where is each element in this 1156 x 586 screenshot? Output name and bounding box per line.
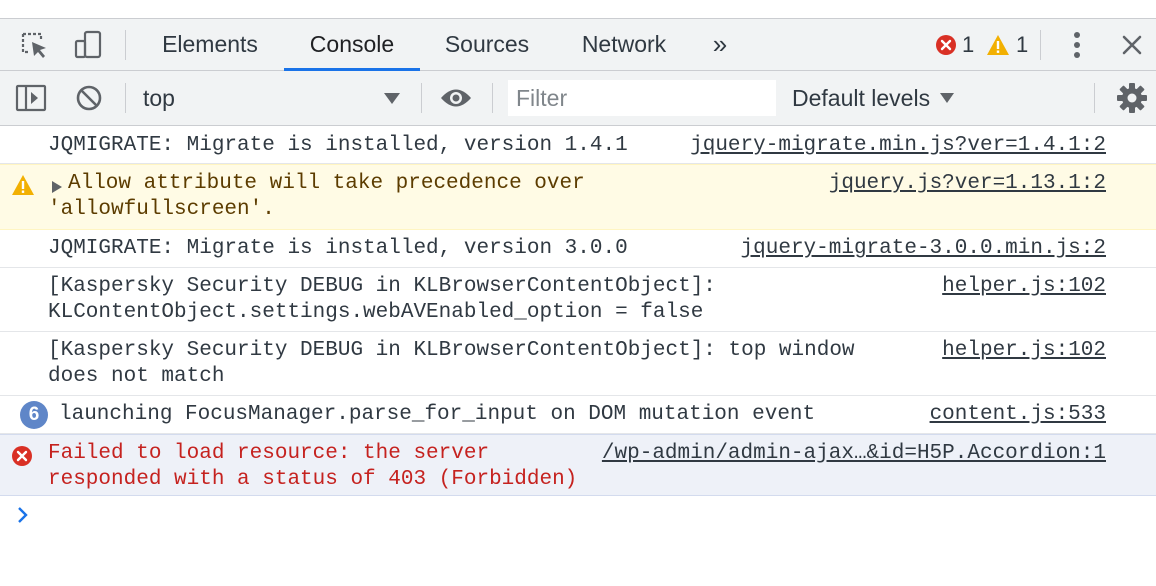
devtools-tabbar: Elements Console Sources Network » 1 1	[0, 19, 1156, 71]
message-text-continued: KLContentObject.settings.webAVEnabled_op…	[48, 301, 704, 324]
error-icon[interactable]	[934, 19, 958, 70]
error-count[interactable]: 1	[962, 19, 974, 70]
close-icon[interactable]	[1118, 19, 1146, 70]
console-toolbar: top Default levels	[0, 71, 1156, 126]
log-levels-dropdown[interactable]: Default levels	[792, 71, 955, 125]
kebab-menu-icon[interactable]	[1064, 19, 1090, 70]
window-top-strip	[0, 0, 1156, 19]
toolbar-separator	[125, 83, 126, 113]
message-source-link[interactable]: jquery.js?ver=1.13.1:2	[829, 171, 1106, 197]
message-source-link[interactable]: helper.js:102	[942, 338, 1106, 364]
warning-count[interactable]: 1	[1016, 19, 1028, 70]
console-messages: JQMIGRATE: Migrate is installed, version…	[0, 126, 1156, 496]
message-source-link[interactable]: content.js:533	[930, 402, 1106, 428]
context-selector[interactable]: top	[143, 71, 175, 125]
show-sidebar-icon[interactable]	[14, 71, 48, 125]
tab-network[interactable]: Network	[562, 19, 686, 70]
eye-icon[interactable]	[438, 71, 474, 125]
message-text-continued: responded with a status of 403 (Forbidde…	[48, 468, 578, 491]
device-toolbar-icon[interactable]	[68, 19, 108, 70]
message-text: JQMIGRATE: Migrate is installed, version…	[48, 237, 628, 260]
toolbar-separator	[1094, 83, 1095, 113]
warning-icon	[11, 174, 35, 205]
toolbar-separator	[1040, 30, 1041, 60]
toolbar-separator	[125, 30, 126, 60]
more-tabs-button[interactable]: »	[700, 19, 740, 70]
tab-console[interactable]: Console	[284, 19, 420, 70]
inspect-element-icon[interactable]	[14, 19, 54, 70]
message-text: [Kaspersky Security DEBUG in KLBrowserCo…	[48, 339, 855, 362]
message-text: launching FocusManager.parse_for_input o…	[59, 403, 816, 426]
message-text: JQMIGRATE: Migrate is installed, version…	[48, 134, 628, 157]
console-message: JQMIGRATE: Migrate is installed, version…	[0, 126, 1156, 164]
error-icon	[11, 445, 33, 476]
message-text-continued: 'allowfullscreen'.	[48, 198, 275, 221]
chevron-right-icon	[16, 507, 30, 529]
filter-input[interactable]	[508, 80, 776, 116]
tab-elements[interactable]: Elements	[146, 19, 274, 70]
repeat-count-badge: 6	[20, 401, 48, 429]
warning-icon[interactable]	[986, 19, 1010, 70]
chevron-down-icon[interactable]	[383, 71, 401, 125]
toolbar-separator	[492, 83, 493, 113]
message-source-link[interactable]: jquery-migrate.min.js?ver=1.4.1:2	[690, 133, 1106, 159]
chevron-down-icon	[939, 92, 955, 104]
message-text: [Kaspersky Security DEBUG in KLBrowserCo…	[48, 275, 716, 298]
console-prompt[interactable]	[16, 505, 30, 530]
message-source-link[interactable]: jquery-migrate-3.0.0.min.js:2	[741, 236, 1106, 262]
tab-sources[interactable]: Sources	[430, 19, 544, 70]
console-message-error: Failed to load resource: the server resp…	[0, 434, 1156, 496]
console-message: [Kaspersky Security DEBUG in KLBrowserCo…	[0, 332, 1156, 396]
message-source-link[interactable]: /wp-admin/admin-ajax…&id=H5P.Accordion:1	[602, 441, 1106, 467]
log-levels-label: Default levels	[792, 84, 931, 111]
gear-icon[interactable]	[1115, 71, 1149, 125]
message-text: Allow attribute will take precedence ove…	[68, 172, 585, 195]
console-message-repeated: 6 launching FocusManager.parse_for_input…	[0, 396, 1156, 434]
message-text-continued: does not match	[48, 365, 225, 388]
message-source-link[interactable]: helper.js:102	[942, 274, 1106, 300]
console-message: JQMIGRATE: Migrate is installed, version…	[0, 230, 1156, 268]
toolbar-separator	[421, 83, 422, 113]
console-message: [Kaspersky Security DEBUG in KLBrowserCo…	[0, 268, 1156, 332]
message-text: Failed to load resource: the server	[48, 442, 490, 465]
console-message-warning: Allow attribute will take precedence ove…	[0, 164, 1156, 230]
clear-console-icon[interactable]	[74, 71, 104, 125]
